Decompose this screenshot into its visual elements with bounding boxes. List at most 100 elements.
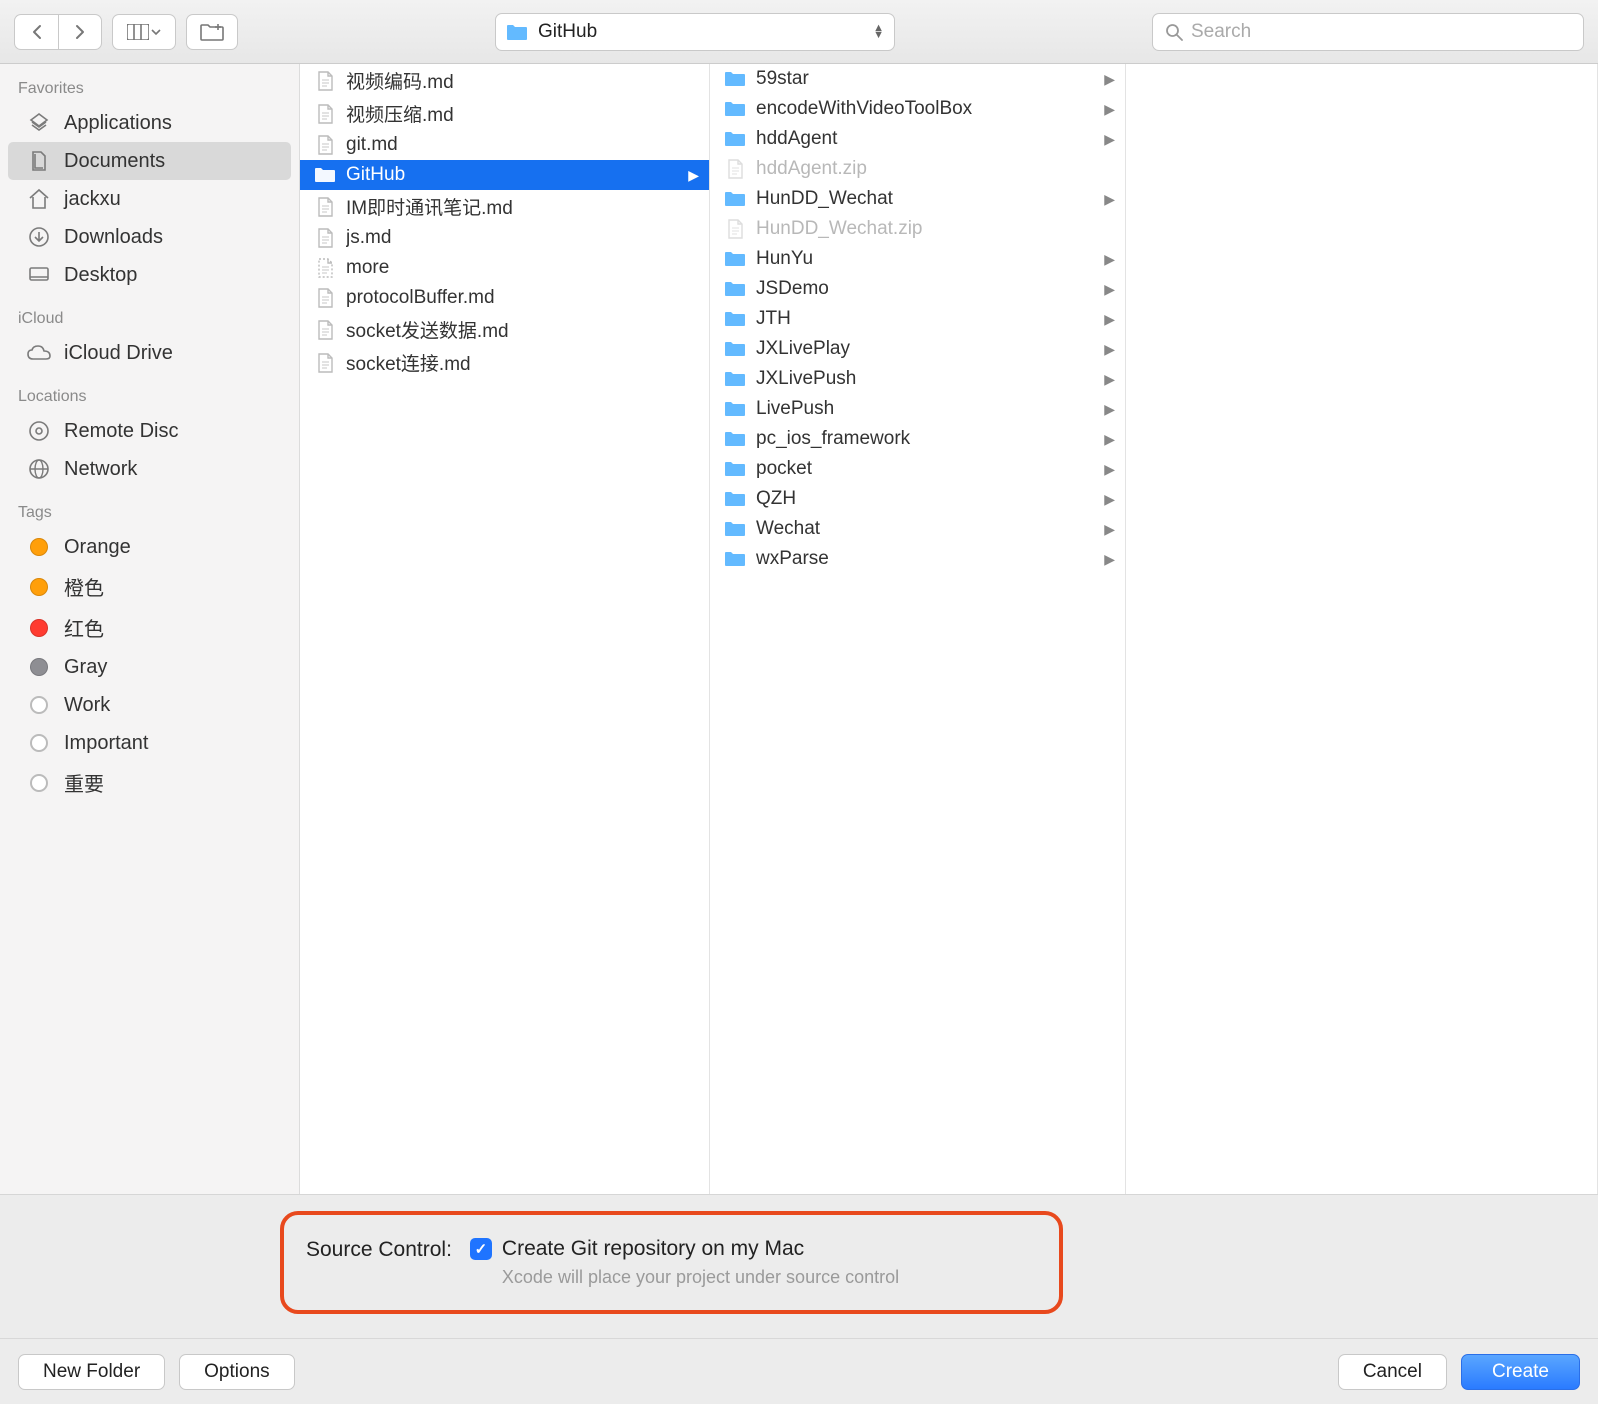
- folder-icon: [724, 518, 746, 540]
- sidebar-item-label: Important: [64, 732, 148, 755]
- item-name: LivePush: [756, 398, 1094, 420]
- file-row[interactable]: HunDD_Wechat.zip: [710, 214, 1125, 244]
- path-label: GitHub: [538, 21, 863, 43]
- sidebar-item[interactable]: Gray: [0, 648, 299, 686]
- file-row[interactable]: socket发送数据.md: [300, 313, 709, 346]
- folder-row[interactable]: pc_ios_framework▶: [710, 424, 1125, 454]
- file-icon: [314, 287, 336, 309]
- item-name: socket发送数据.md: [346, 316, 699, 343]
- folder-row[interactable]: JTH▶: [710, 304, 1125, 334]
- sidebar-item[interactable]: jackxu: [0, 180, 299, 218]
- view-mode-button[interactable]: [112, 14, 176, 50]
- sidebar-section-header: Favorites: [0, 64, 299, 104]
- folder-row[interactable]: HunYu▶: [710, 244, 1125, 274]
- search-input[interactable]: [1191, 21, 1571, 43]
- folder-row[interactable]: LivePush▶: [710, 394, 1125, 424]
- folder-icon: [724, 458, 746, 480]
- item-name: socket连接.md: [346, 349, 699, 376]
- chevron-right-icon: ▶: [1104, 461, 1115, 478]
- documents-icon: [26, 148, 52, 174]
- body: FavoritesApplicationsDocumentsjackxu Down…: [0, 64, 1598, 1194]
- options-button[interactable]: Options: [179, 1354, 294, 1390]
- sidebar-item-label: Downloads: [64, 226, 163, 249]
- item-name: encodeWithVideoToolBox: [756, 98, 1094, 120]
- sidebar-item[interactable]: Remote Disc: [0, 412, 299, 450]
- folder-icon: [724, 308, 746, 330]
- file-row[interactable]: 视频压缩.md: [300, 97, 709, 130]
- nav-buttons: [14, 14, 102, 50]
- chevron-right-icon: [74, 24, 86, 40]
- file-icon: [314, 196, 336, 218]
- back-button[interactable]: [14, 14, 58, 50]
- sidebar-item[interactable]: Work: [0, 686, 299, 724]
- sidebar-item[interactable]: Orange: [0, 528, 299, 566]
- item-name: HunDD_Wechat: [756, 188, 1094, 210]
- forward-button[interactable]: [58, 14, 102, 50]
- file-row[interactable]: hddAgent.zip: [710, 154, 1125, 184]
- chevron-left-icon: [31, 24, 43, 40]
- new-folder-toolbar-button[interactable]: [186, 14, 238, 50]
- sidebar-item[interactable]: Downloads: [0, 218, 299, 256]
- folder-row[interactable]: hddAgent▶: [710, 124, 1125, 154]
- folder-row[interactable]: wxParse▶: [710, 544, 1125, 574]
- item-name: 视频编码.md: [346, 67, 699, 94]
- tag-icon: [26, 615, 52, 641]
- path-popup[interactable]: GitHub ▲▼: [495, 13, 895, 51]
- folder-icon: [724, 428, 746, 450]
- file-row[interactable]: protocolBuffer.md: [300, 283, 709, 313]
- folder-icon: [724, 548, 746, 570]
- source-control-checkbox-label: Create Git repository on my Mac: [502, 1237, 804, 1261]
- folder-row[interactable]: JXLivePush▶: [710, 364, 1125, 394]
- folder-icon: [724, 398, 746, 420]
- file-row[interactable]: socket连接.md: [300, 346, 709, 379]
- home-icon: [26, 186, 52, 212]
- file-row[interactable]: 视频编码.md: [300, 64, 709, 97]
- sidebar-item[interactable]: iCloud Drive: [0, 334, 299, 372]
- sidebar-section-header: iCloud: [0, 294, 299, 334]
- folder-row[interactable]: JSDemo▶: [710, 274, 1125, 304]
- tag-icon: [26, 654, 52, 680]
- folder-icon: [724, 248, 746, 270]
- folder-row[interactable]: 59star▶: [710, 64, 1125, 94]
- folder-row[interactable]: pocket▶: [710, 454, 1125, 484]
- chevron-right-icon: ▶: [1104, 311, 1115, 328]
- chevron-right-icon: ▶: [1104, 521, 1115, 538]
- sidebar-item[interactable]: Important: [0, 724, 299, 762]
- sidebar-item[interactable]: Desktop: [0, 256, 299, 294]
- folder-icon: [724, 128, 746, 150]
- sidebar-item[interactable]: Network: [0, 450, 299, 488]
- sidebar-item[interactable]: Documents: [8, 142, 291, 180]
- file-icon: [314, 70, 336, 92]
- file-row[interactable]: IM即时通讯笔记.md: [300, 190, 709, 223]
- file-icon: [314, 103, 336, 125]
- cancel-button[interactable]: Cancel: [1338, 1354, 1447, 1390]
- chevron-right-icon: ▶: [1104, 491, 1115, 508]
- folder-row[interactable]: encodeWithVideoToolBox▶: [710, 94, 1125, 124]
- sidebar-item[interactable]: 橙色: [0, 566, 299, 607]
- folder-row[interactable]: Wechat▶: [710, 514, 1125, 544]
- checkbox-checked-icon[interactable]: ✓: [470, 1238, 492, 1260]
- item-name: more: [346, 257, 699, 279]
- file-row[interactable]: more: [300, 253, 709, 283]
- folder-icon: [724, 98, 746, 120]
- folder-row[interactable]: JXLivePlay▶: [710, 334, 1125, 364]
- create-button[interactable]: Create: [1461, 1354, 1580, 1390]
- search-box[interactable]: [1152, 13, 1584, 51]
- sidebar-item-label: Desktop: [64, 264, 137, 287]
- folder-row[interactable]: HunDD_Wechat▶: [710, 184, 1125, 214]
- sidebar-item[interactable]: Applications: [0, 104, 299, 142]
- item-name: HunDD_Wechat.zip: [756, 218, 1115, 240]
- tag-icon: [26, 534, 52, 560]
- folder-row[interactable]: QZH▶: [710, 484, 1125, 514]
- file-row[interactable]: git.md: [300, 130, 709, 160]
- folder-row[interactable]: GitHub▶: [300, 160, 709, 190]
- item-name: pc_ios_framework: [756, 428, 1094, 450]
- column-3: [1126, 64, 1598, 1194]
- column-2: 59star▶encodeWithVideoToolBox▶hddAgent▶h…: [710, 64, 1126, 1194]
- sidebar-item[interactable]: 红色: [0, 607, 299, 648]
- sidebar-item[interactable]: 重要: [0, 762, 299, 803]
- file-row[interactable]: js.md: [300, 223, 709, 253]
- new-folder-button[interactable]: New Folder: [18, 1354, 165, 1390]
- chevron-right-icon: ▶: [1104, 71, 1115, 88]
- source-control-checkbox-row[interactable]: ✓ Create Git repository on my Mac: [470, 1237, 899, 1261]
